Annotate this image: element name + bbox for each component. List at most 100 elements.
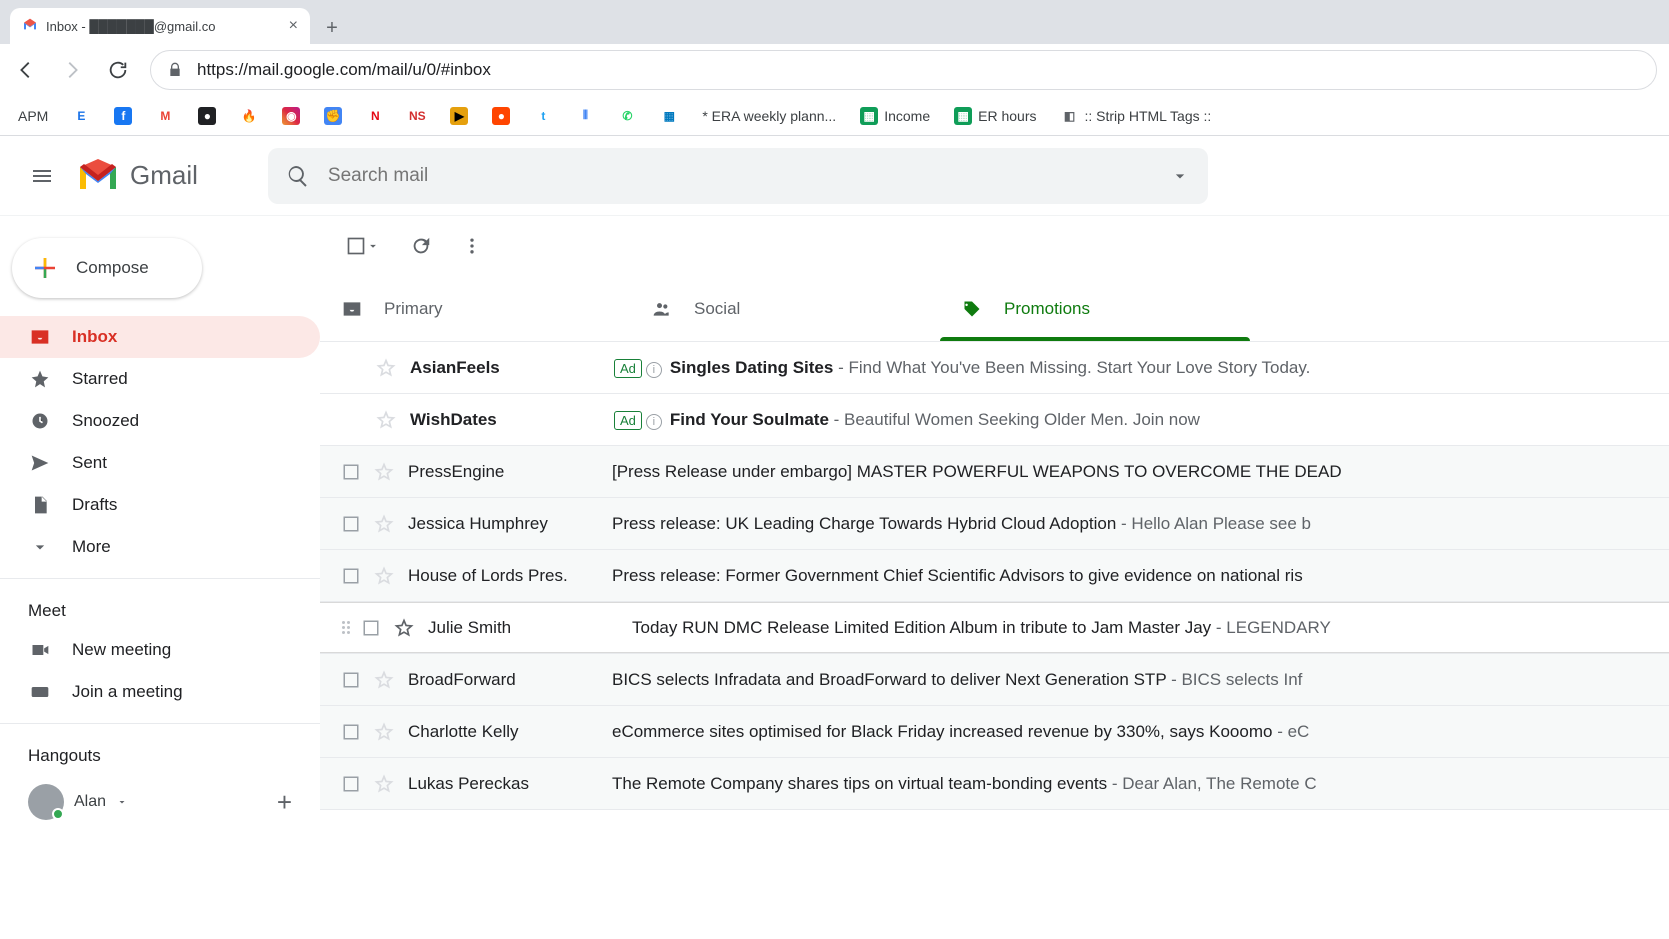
bookmark-item[interactable]: t bbox=[534, 107, 552, 125]
message-subject: AdiSingles Dating Sites - Find What You'… bbox=[614, 358, 1310, 378]
message-sender: Lukas Pereckas bbox=[408, 774, 598, 794]
star-icon[interactable] bbox=[394, 618, 414, 638]
star-icon[interactable] bbox=[374, 514, 394, 534]
bookmark-favicon-icon: NS bbox=[408, 107, 426, 125]
chevron-down-icon bbox=[366, 239, 380, 253]
star-icon[interactable] bbox=[374, 774, 394, 794]
bookmark-item[interactable]: ● bbox=[492, 107, 510, 125]
message-sender: PressEngine bbox=[408, 462, 598, 482]
row-checkbox[interactable] bbox=[342, 775, 360, 793]
url-box[interactable]: https://mail.google.com/mail/u/0/#inbox bbox=[150, 50, 1657, 90]
bookmark-item[interactable]: ▶ bbox=[450, 107, 468, 125]
row-checkbox[interactable] bbox=[362, 619, 380, 637]
bookmark-item[interactable]: NS bbox=[408, 107, 426, 125]
new-chat-button[interactable]: + bbox=[277, 787, 292, 818]
new-tab-button[interactable]: + bbox=[316, 12, 348, 44]
row-checkbox[interactable] bbox=[342, 515, 360, 533]
bookmark-item[interactable]: * ERA weekly plann... bbox=[702, 108, 836, 124]
bookmark-item[interactable]: ▦ Income bbox=[860, 107, 930, 125]
tab-promotions[interactable]: Promotions bbox=[940, 276, 1250, 341]
star-icon[interactable] bbox=[374, 566, 394, 586]
message-row[interactable]: Julie SmithToday RUN DMC Release Limited… bbox=[320, 602, 1669, 654]
star-icon[interactable] bbox=[374, 670, 394, 690]
compose-button[interactable]: Compose bbox=[12, 238, 202, 298]
bookmark-item[interactable]: ⫴ bbox=[576, 107, 594, 125]
hangouts-user[interactable]: Alan + bbox=[0, 774, 320, 830]
bookmark-favicon-icon: ▦ bbox=[660, 107, 678, 125]
sidebar-item-snoozed[interactable]: Snoozed bbox=[0, 400, 320, 442]
row-checkbox[interactable] bbox=[342, 567, 360, 585]
star-icon[interactable] bbox=[374, 722, 394, 742]
sidebar-item-label: Drafts bbox=[72, 495, 117, 515]
gmail-logo[interactable]: Gmail bbox=[76, 159, 198, 193]
sidebar-item-new-meeting[interactable]: New meeting bbox=[0, 629, 320, 671]
select-all-checkbox[interactable] bbox=[346, 236, 380, 256]
refresh-button[interactable] bbox=[410, 235, 432, 257]
bookmark-item[interactable]: ◧:: Strip HTML Tags :: bbox=[1060, 107, 1211, 125]
bookmark-item[interactable]: ● bbox=[198, 107, 216, 125]
bookmark-favicon-icon: 🔥 bbox=[240, 107, 258, 125]
reload-button[interactable] bbox=[104, 56, 132, 84]
bookmark-item[interactable]: M bbox=[156, 107, 174, 125]
info-icon[interactable]: i bbox=[646, 414, 662, 430]
star-icon[interactable] bbox=[374, 462, 394, 482]
search-icon bbox=[286, 164, 310, 188]
message-row[interactable]: Charlotte KellyeCommerce sites optimised… bbox=[320, 706, 1669, 758]
message-row[interactable]: Jessica HumphreyPress release: UK Leadin… bbox=[320, 498, 1669, 550]
sidebar-item-sent[interactable]: Sent bbox=[0, 442, 320, 484]
info-icon[interactable]: i bbox=[646, 362, 662, 378]
back-button[interactable] bbox=[12, 56, 40, 84]
message-subject: BICS selects Infradata and BroadForward … bbox=[612, 670, 1302, 690]
message-row[interactable]: BroadForwardBICS selects Infradata and B… bbox=[320, 654, 1669, 706]
main-panel: Primary SocialPromotions AsianFeelsAdiSin… bbox=[320, 216, 1669, 939]
ad-row[interactable]: AsianFeelsAdiSingles Dating Sites - Find… bbox=[320, 342, 1669, 394]
bookmark-label: ER hours bbox=[978, 108, 1036, 124]
chevron-down-icon[interactable] bbox=[116, 796, 128, 808]
tab-label: Primary bbox=[384, 299, 443, 319]
message-row[interactable]: House of Lords Pres.Press release: Forme… bbox=[320, 550, 1669, 602]
bookmarks-bar: APM Ef M ● 🔥 ◉ ✊ N NS ▶ ● t ⫴ ✆ ▦ * ERA weekly plann...… bbox=[0, 96, 1669, 136]
gmail-logo-icon bbox=[76, 159, 120, 193]
bookmark-item[interactable]: ◉ bbox=[282, 107, 300, 125]
sidebar-item-drafts[interactable]: Drafts bbox=[0, 484, 320, 526]
more-button[interactable] bbox=[462, 236, 482, 256]
message-row[interactable]: Lukas PereckasThe Remote Company shares … bbox=[320, 758, 1669, 810]
bookmark-favicon-icon: ⫴ bbox=[576, 107, 594, 125]
bookmark-favicon-icon: ◧ bbox=[1060, 107, 1078, 125]
tab-primary[interactable]: Primary bbox=[320, 276, 630, 341]
tab-social[interactable]: Social bbox=[630, 276, 940, 341]
star-icon[interactable] bbox=[376, 358, 396, 378]
sidebar-item-inbox[interactable]: Inbox bbox=[0, 316, 320, 358]
search-options-icon[interactable] bbox=[1170, 166, 1190, 186]
row-checkbox[interactable] bbox=[342, 671, 360, 689]
bookmark-item[interactable]: f bbox=[114, 107, 132, 125]
sidebar-item-label: Inbox bbox=[72, 327, 117, 347]
bookmark-item[interactable]: 🔥 bbox=[240, 107, 258, 125]
bookmark-label: Income bbox=[884, 108, 930, 124]
bookmark-item[interactable]: E bbox=[72, 107, 90, 125]
search-box[interactable] bbox=[268, 148, 1208, 204]
browser-tab[interactable]: Inbox - ███████@gmail.co × bbox=[10, 8, 310, 44]
main-menu-button[interactable] bbox=[18, 152, 66, 200]
close-icon[interactable]: × bbox=[289, 17, 298, 35]
bookmark-item[interactable]: ✊ bbox=[324, 107, 342, 125]
sidebar-item-more[interactable]: More bbox=[0, 526, 320, 568]
sidebar-item-starred[interactable]: Starred bbox=[0, 358, 320, 400]
lock-icon bbox=[167, 62, 183, 78]
star-icon[interactable] bbox=[376, 410, 396, 430]
ad-row[interactable]: WishDatesAdiFind Your Soulmate - Beautif… bbox=[320, 394, 1669, 446]
row-checkbox[interactable] bbox=[342, 463, 360, 481]
bookmark-item[interactable]: ✆ bbox=[618, 107, 636, 125]
bookmark-item[interactable]: ▦ bbox=[660, 107, 678, 125]
search-input[interactable] bbox=[328, 165, 1152, 187]
forward-button[interactable] bbox=[58, 56, 86, 84]
sidebar-item-join-a-meeting[interactable]: Join a meeting bbox=[0, 671, 320, 713]
bookmark-item[interactable]: N bbox=[366, 107, 384, 125]
row-checkbox[interactable] bbox=[342, 723, 360, 741]
message-row[interactable]: PressEngine[Press Release under embargo]… bbox=[320, 446, 1669, 498]
bookmark-favicon-icon: ▦ bbox=[860, 107, 878, 125]
bookmark-item[interactable]: ▦ER hours bbox=[954, 107, 1036, 125]
inbox-icon bbox=[342, 299, 362, 319]
drag-handle-icon[interactable] bbox=[342, 621, 354, 634]
bookmark-item[interactable]: APM bbox=[18, 108, 48, 124]
